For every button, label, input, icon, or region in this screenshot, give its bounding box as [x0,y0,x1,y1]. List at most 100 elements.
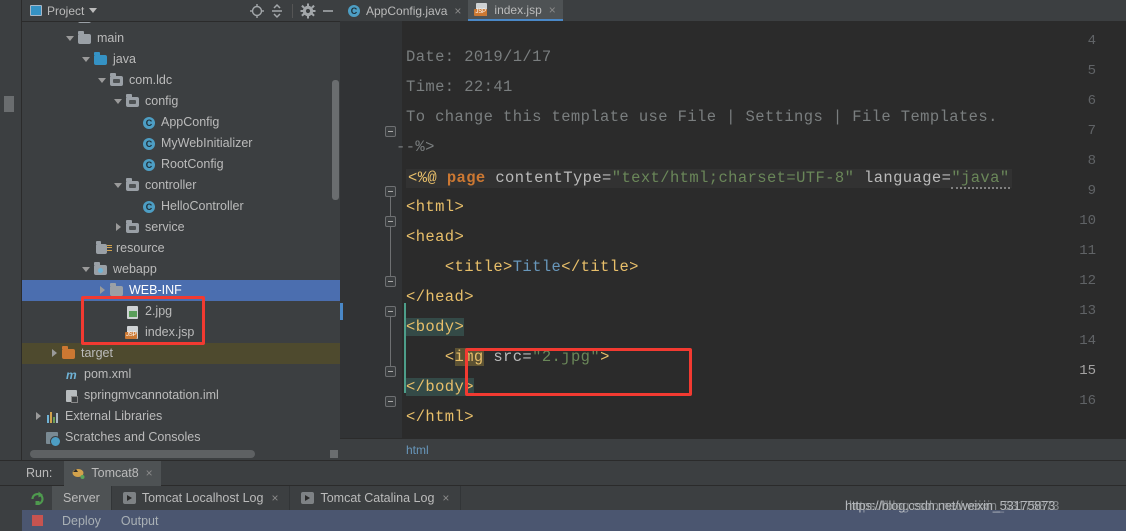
log-play-icon [301,492,315,504]
line-number: 10 [1079,213,1096,229]
project-view-selector[interactable]: Project [26,3,101,19]
tree-item-label: target [81,346,113,360]
project-tool-window: Project main java com.ldc config C AppCo… [22,0,340,460]
line-number: 4 [1087,33,1096,49]
tomcat-icon [72,467,86,480]
tree-item-config[interactable]: config [22,91,340,112]
fold-marker[interactable] [385,276,396,287]
tree-item-scratches[interactable]: Scratches and Consoles [22,427,340,448]
stop-button[interactable] [22,515,52,526]
token-title-open: <title> [444,258,513,276]
code-editor[interactable]: 4 5 6 7 8 9 10 11 12 13 14 15 16 Date: 2… [340,21,1126,438]
fold-marker[interactable] [385,396,396,407]
project-vertical-scrollbar[interactable] [332,80,339,200]
twisty-right-icon[interactable] [96,280,109,301]
tree-item-hellocontroller[interactable]: C HelloController [22,196,340,217]
hide-window-icon[interactable] [320,3,336,19]
tree-item-label: webapp [113,262,157,276]
tree-item-iml[interactable]: springmvcannotation.iml [22,385,340,406]
watermark-ghost-text: https://blog.csdn.net/weixin_53175873 [849,498,1060,513]
tree-item-label: resource [116,241,165,255]
twisty-down-icon[interactable] [80,49,93,70]
fold-marker[interactable] [385,126,396,137]
folder-package-icon [125,178,141,194]
editor-tab-index-jsp[interactable]: JSP index.jsp × [468,0,563,21]
run-config-tab-tomcat8[interactable]: Tomcat8 × [64,460,161,486]
java-class-icon: C [141,136,157,152]
fold-marker[interactable] [385,306,396,317]
locate-icon[interactable] [249,3,265,19]
twisty-down-icon[interactable] [80,259,93,280]
run-subtab-output[interactable]: Output [111,514,169,528]
tree-item-label: Scratches and Consoles [65,430,201,444]
ide-window: 正在上传 CSDN @小李 Project [0,0,1126,531]
fold-marker[interactable] [385,186,396,197]
left-edge-strip: 正在上传 CSDN @小李 [0,0,22,531]
editor-tab-close-icon[interactable]: × [549,3,556,17]
code-line-16: </html> [406,408,474,426]
run-config-close-icon[interactable]: × [146,466,153,480]
tree-item-service[interactable]: service [22,217,340,238]
tree-item-external-libraries[interactable]: External Libraries [22,406,340,427]
line-number: 5 [1087,63,1096,79]
twisty-right-icon[interactable] [48,343,61,364]
run-tab-close-icon[interactable]: × [271,491,278,505]
tree-item-webapp[interactable]: webapp [22,259,340,280]
fold-marker[interactable] [385,216,396,227]
tree-item-controller[interactable]: controller [22,175,340,196]
project-panel-title: Project [47,3,85,18]
fold-line [390,197,391,217]
project-horizontal-scrollbar[interactable] [30,450,255,458]
run-tab-tomcat-localhost-log[interactable]: Tomcat Localhost Log × [112,486,291,510]
twisty-down-icon[interactable] [96,70,109,91]
tree-item-2-jpg[interactable]: 2.jpg [22,301,340,322]
tree-item-pom-xml[interactable]: m pom.xml [22,364,340,385]
code-line-7: --%> [396,138,435,156]
watermark-url: https://blog.csdn.net/weixin_53175873 ht… [845,498,1126,513]
folder-orange-icon [61,346,77,362]
token-value-language: "java" [951,169,1010,189]
code-line-13: <body> [406,318,465,336]
folder-package-icon [125,94,141,110]
twisty-right-icon[interactable] [32,406,45,427]
run-window-header: Run: Tomcat8 × [0,460,1126,486]
collapse-all-icon[interactable] [269,3,285,19]
fold-line [390,317,391,367]
project-tree[interactable]: src main java com.ldc [22,22,340,448]
twisty-right-icon[interactable] [112,217,125,238]
run-tab-server[interactable]: Server [52,486,112,510]
code-line-9: <html> [406,198,465,216]
tree-item-main[interactable]: main [22,28,340,49]
token-attr-contenttype: contentType= [495,169,612,187]
run-subtab-deploy[interactable]: Deploy [52,514,111,528]
fold-line [390,227,391,277]
line-number: 13 [1079,303,1096,319]
tree-item-mywebinitializer[interactable]: C MyWebInitializer [22,133,340,154]
tree-item-java[interactable]: java [22,49,340,70]
scratches-icon [45,430,61,447]
token-img-name: img [454,348,484,366]
tree-item-appconfig[interactable]: C AppConfig [22,112,340,133]
tree-item-rootconfig[interactable]: C RootConfig [22,154,340,175]
editor-tab-label: AppConfig.java [366,3,448,18]
twisty-down-icon[interactable] [112,91,125,112]
run-tab-tomcat-catalina-log[interactable]: Tomcat Catalina Log × [290,486,462,510]
fold-marker[interactable] [385,366,396,377]
twisty-down-icon[interactable] [112,175,125,196]
tree-item-target[interactable]: target [22,343,340,364]
folder-gray-icon [77,31,93,47]
tree-item-com-ldc[interactable]: com.ldc [22,70,340,91]
editor-tab-close-icon[interactable]: × [454,4,461,18]
rerun-button[interactable] [22,486,52,510]
token-page-keyword: page [446,169,486,187]
tree-item-web-inf[interactable]: WEB-INF [22,280,340,301]
tree-item-index-jsp[interactable]: JSP index.jsp [22,322,340,343]
folder-package-icon [125,220,141,236]
line-number: 16 [1079,393,1096,409]
settings-gear-icon[interactable] [300,3,316,19]
breadcrumb-html[interactable]: html [406,443,429,457]
editor-tab-appconfig[interactable]: C AppConfig.java × [340,0,469,21]
twisty-down-icon[interactable] [64,28,77,49]
run-tab-close-icon[interactable]: × [442,491,449,505]
tree-item-resource[interactable]: resource [22,238,340,259]
